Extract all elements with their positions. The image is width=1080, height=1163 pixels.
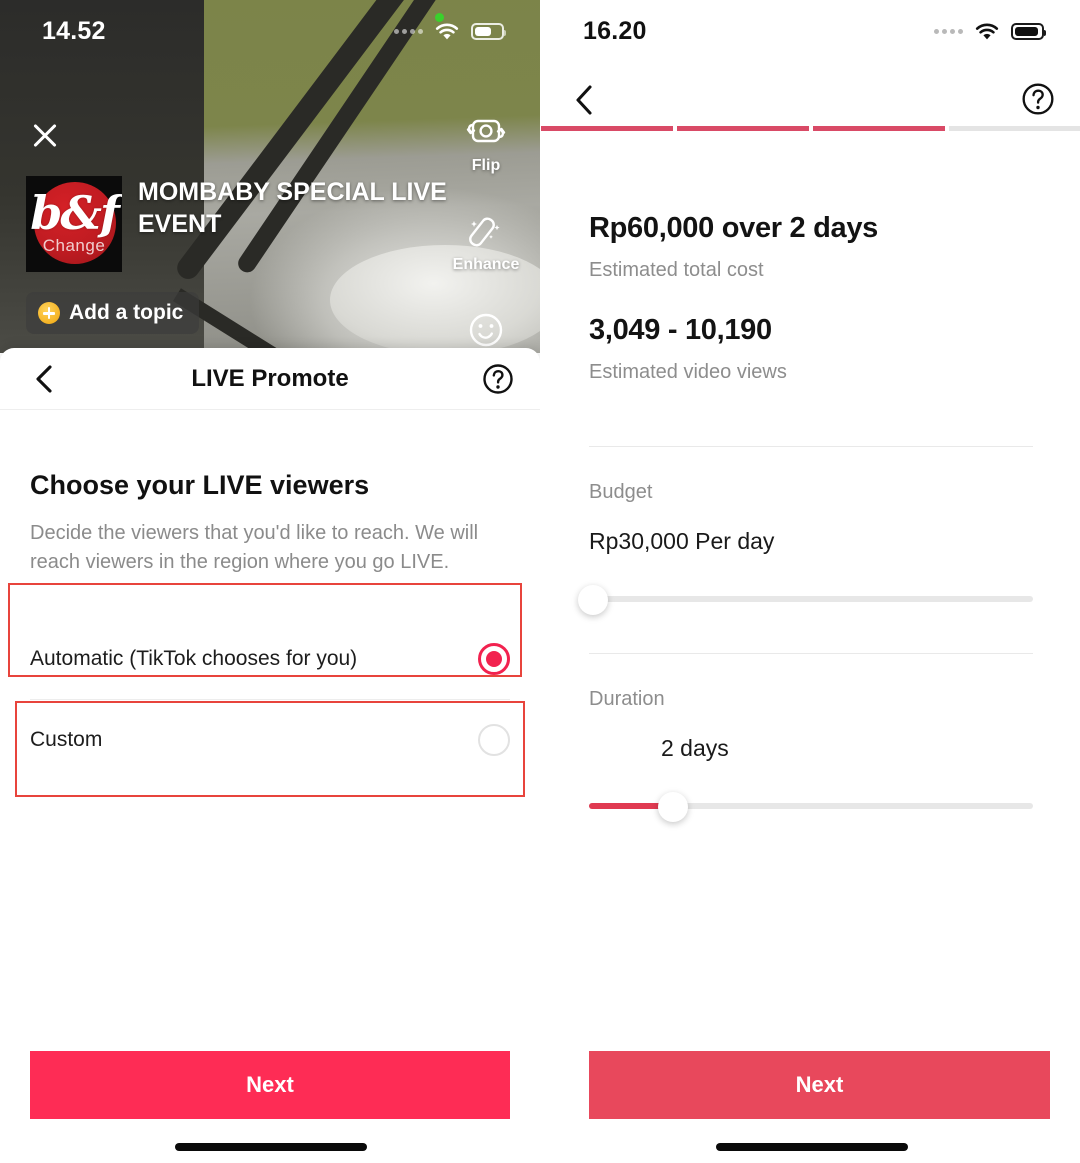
avatar[interactable]: b&f Change <box>26 176 122 272</box>
back-chevron-icon[interactable] <box>567 82 603 118</box>
signal-dots-icon <box>394 28 423 34</box>
sheet-header: LIVE Promote <box>0 348 540 410</box>
option-custom[interactable]: Custom <box>30 699 510 779</box>
option-automatic[interactable]: Automatic (TikTok chooses for you) <box>30 619 510 699</box>
battery-icon <box>471 22 506 40</box>
next-button-right-label: Next <box>795 1072 844 1097</box>
plus-circle-icon <box>38 302 60 324</box>
battery-icon <box>1011 22 1046 40</box>
home-indicator <box>716 1143 908 1151</box>
option-custom-label: Custom <box>30 727 103 751</box>
status-icons <box>934 22 1046 41</box>
duration-slider-thumb[interactable] <box>658 792 689 822</box>
budget-label: Budget <box>589 481 653 503</box>
status-time: 14.52 <box>42 16 106 45</box>
help-circle-icon[interactable] <box>482 363 514 395</box>
live-title-row: b&f Change MOMBABY SPECIAL LIVE EVENT <box>26 176 456 272</box>
budget-slider-track <box>589 596 1033 602</box>
sheet-body: Choose your LIVE viewers Decide the view… <box>0 470 540 779</box>
section-heading: Choose your LIVE viewers <box>30 470 370 500</box>
divider <box>589 446 1033 447</box>
status-icons <box>394 22 506 41</box>
right-header <box>541 72 1080 132</box>
estimated-views-value: 3,049 - 10,190 <box>589 314 772 346</box>
enhance-button[interactable]: Enhance <box>446 209 526 274</box>
signal-dots-icon <box>934 28 963 34</box>
estimated-total-cost-value: Rp60,000 over 2 days <box>589 212 879 244</box>
duration-slider[interactable] <box>589 786 1033 826</box>
add-topic-button[interactable]: Add a topic <box>26 292 200 334</box>
flip-camera-label: Flip <box>471 157 501 174</box>
radio-custom[interactable] <box>478 723 510 756</box>
duration-value: 2 days <box>661 735 729 761</box>
avatar-logo-text: b&f <box>30 186 119 240</box>
status-bar-left: 14.52 <box>0 0 540 62</box>
back-chevron-icon[interactable] <box>28 362 62 396</box>
live-promote-sheet: LIVE Promote Choose your LIVE viewers De… <box>0 348 540 1163</box>
flip-camera-button[interactable]: Flip <box>446 110 526 175</box>
option-automatic-label: Automatic (TikTok chooses for you) <box>30 647 358 670</box>
wifi-icon <box>974 22 1000 41</box>
divider <box>589 653 1033 654</box>
dual-screenshot: 14.52 b&f Change MOMBABY SPECIAL LIVE EV… <box>0 0 1080 1163</box>
next-button-left-label: Next <box>246 1072 294 1097</box>
viewer-options-list: Automatic (TikTok chooses for you) Custo… <box>30 619 510 779</box>
green-recording-dot <box>435 13 444 22</box>
next-button-right[interactable]: Next <box>589 1051 1050 1119</box>
budget-slider[interactable] <box>578 579 1033 619</box>
budget-value: Rp30,000 Per day <box>589 528 775 554</box>
duration-label: Duration <box>589 688 665 710</box>
live-title: MOMBABY SPECIAL LIVE EVENT <box>138 178 447 238</box>
section-description: Decide the viewers that you'd like to re… <box>30 522 479 573</box>
enhance-label: Enhance <box>452 256 520 273</box>
close-icon[interactable] <box>28 118 62 152</box>
add-topic-label: Add a topic <box>69 301 184 324</box>
radio-automatic[interactable] <box>478 643 510 675</box>
home-indicator <box>175 1143 367 1151</box>
avatar-change-label: Change <box>42 236 106 255</box>
next-button-left[interactable]: Next <box>30 1051 510 1119</box>
status-bar-right: 16.20 <box>541 0 1080 62</box>
smiley-face-icon <box>446 308 526 352</box>
right-body: Rp60,000 over 2 days Estimated total cos… <box>541 126 1080 826</box>
right-phone-screen: 16.20 Rp60,000 over 2 days Estimated tot… <box>540 0 1080 1163</box>
budget-slider-thumb[interactable] <box>578 585 609 615</box>
estimated-total-cost-label: Estimated total cost <box>589 259 764 281</box>
flip-camera-icon <box>446 110 526 154</box>
page-title: LIVE Promote <box>191 364 349 392</box>
estimated-views-label: Estimated video views <box>589 361 787 383</box>
wifi-icon <box>434 22 460 41</box>
help-circle-icon[interactable] <box>1021 82 1055 116</box>
magic-wand-icon <box>446 209 526 253</box>
left-phone-screen: 14.52 b&f Change MOMBABY SPECIAL LIVE EV… <box>0 0 540 1163</box>
status-time: 16.20 <box>583 16 647 45</box>
